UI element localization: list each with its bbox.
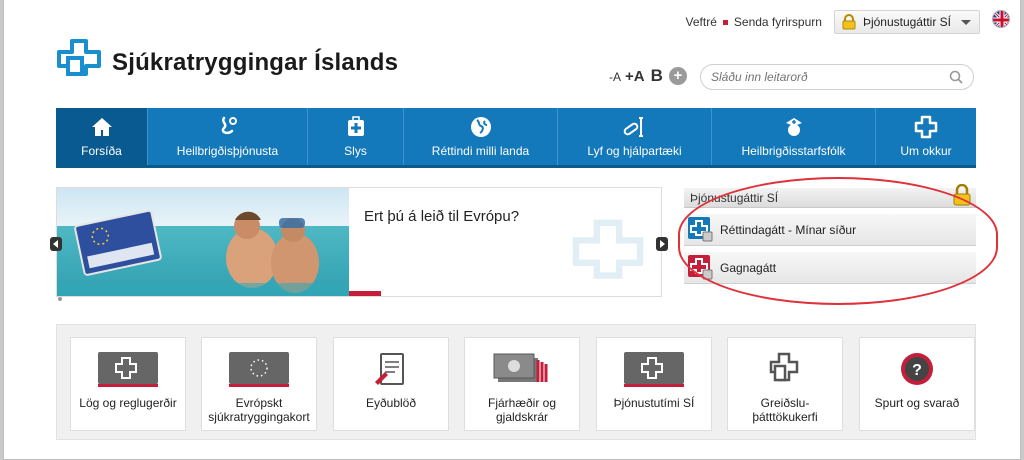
decrease-text-button[interactable]: -A (609, 70, 621, 84)
nav-item-about-us[interactable]: Um okkur (876, 108, 976, 165)
search-input[interactable] (711, 70, 949, 84)
slider-prev-button[interactable] (50, 237, 62, 251)
svg-text:?: ? (912, 362, 922, 379)
portal-dropdown[interactable]: Þjónustugáttir SÍ (833, 10, 980, 34)
nurse-icon (785, 118, 802, 136)
page: Veftré Senda fyrirspurn Þjónustugáttir S… (3, 0, 1021, 460)
search-icon[interactable] (949, 70, 963, 84)
nav-label: Forsíða (81, 144, 122, 158)
plus-icon[interactable]: + (668, 67, 687, 85)
quicklink-faq[interactable]: ? Spurt og svarað (859, 337, 975, 431)
main-navigation: Forsíða Heilbrigðisþjónusta Slys Réttind… (56, 108, 976, 168)
slider-next-button[interactable] (656, 237, 668, 251)
quicklink-label: Greiðslu-þátttökukerfi (752, 396, 818, 424)
nav-label: Slys (344, 144, 367, 158)
quicklink-label: Spurt og svarað (874, 396, 960, 410)
site-logo[interactable]: Sjúkratryggingar Íslands (56, 38, 398, 88)
sitemap-link[interactable]: Veftré (686, 15, 717, 29)
money-icon (493, 353, 548, 382)
globe-icon (470, 117, 491, 137)
nav-label: Lyf og hjálpartæki (587, 144, 682, 158)
logo-text: Sjúkratryggingar Íslands (112, 49, 399, 76)
portal-dropdown-label: Þjónustugáttir SÍ (862, 15, 951, 29)
law-icon (98, 352, 158, 387)
text-size-controls: -A +A B + (609, 66, 687, 86)
nav-item-health-professionals[interactable]: Heilbrigðisstarfsfólk (712, 108, 876, 165)
utility-bar: Veftré Senda fyrirspurn Þjónustugáttir S… (686, 10, 980, 34)
hero-slider[interactable]: Ert þú á leið til Evrópu? (56, 187, 662, 297)
si-logo-icon (914, 115, 938, 139)
clock-icon (624, 352, 684, 387)
search-box (700, 64, 974, 90)
quick-links-panel: Lög og reglugerðir Evrópskt sjúkratryggi… (56, 324, 976, 440)
service-portals-panel: Þjónustugáttir SÍ Réttindagátt - Mínar s… (684, 184, 976, 296)
quicklink-label: Lög og reglugerðir (79, 396, 177, 410)
form-icon (375, 353, 404, 385)
data-portal-label: Gagnagátt (720, 260, 777, 275)
rights-portal-label: Réttindagátt - Mínar síður (720, 222, 857, 237)
stethoscope-icon (221, 116, 237, 135)
beach-photo (57, 188, 349, 296)
lock-icon (953, 184, 971, 206)
quicklink-label: Fjárhæðir og gjaldskrár (487, 396, 557, 424)
separator-dot (722, 19, 728, 25)
data-portal-link[interactable]: Gagnagátt (684, 252, 976, 284)
portal-heading: Þjónustugáttir SÍ (684, 184, 976, 208)
quicklink-label: Þjónustutími SÍ (613, 396, 695, 410)
question-icon: ? (901, 353, 933, 385)
nav-item-rights-between-countries[interactable]: Réttindi milli landa (404, 108, 558, 165)
quicklink-eu-card[interactable]: Evrópskt sjúkratryggingakort (201, 337, 317, 431)
nav-label: Um okkur (900, 144, 952, 158)
bold-text-button[interactable]: B (651, 66, 663, 86)
slide-title[interactable]: Ert þú á leið til Evrópu? (364, 208, 519, 225)
slide-progress-bar (349, 291, 381, 296)
nav-label: Heilbrigðisstarfsfólk (741, 144, 846, 158)
increase-text-button[interactable]: +A (625, 68, 645, 85)
rights-portal-icon (688, 216, 713, 241)
data-portal-icon (688, 254, 713, 279)
send-inquiry-link[interactable]: Senda fyrirspurn (734, 15, 822, 29)
nav-item-accidents[interactable]: Slys (308, 108, 404, 165)
home-icon (91, 118, 112, 136)
quicklink-fees[interactable]: Fjárhæðir og gjaldskrár (464, 337, 580, 431)
nav-item-medicines-aids[interactable]: Lyf og hjálpartæki (558, 108, 712, 165)
chevron-down-icon (961, 19, 971, 25)
nav-item-health-services[interactable]: Heilbrigðisþjónusta (148, 108, 308, 165)
quicklink-forms[interactable]: Eyðublöð (333, 337, 449, 431)
si-logo-icon (57, 39, 101, 76)
si-watermark-icon (572, 219, 644, 279)
eu-card-icon (229, 352, 289, 387)
quicklink-label: Eyðublöð (365, 396, 417, 410)
quicklink-label: Evrópskt sjúkratryggingakort (208, 396, 310, 424)
rights-portal-link[interactable]: Réttindagátt - Mínar síður (684, 214, 976, 246)
nav-label: Réttindi milli landa (431, 144, 530, 158)
portal-heading-text: Þjónustugáttir SÍ (690, 191, 779, 205)
pills-icon (623, 117, 643, 137)
first-aid-kit-icon (347, 116, 364, 136)
lock-icon (842, 14, 856, 30)
quicklink-laws[interactable]: Lög og reglugerðir (70, 337, 186, 431)
english-flag-icon[interactable] (992, 10, 1010, 28)
slider-dot[interactable] (58, 297, 62, 301)
quicklink-opening-hours[interactable]: Þjónustutími SÍ (596, 337, 712, 431)
nav-label: Heilbrigðisþjónusta (176, 144, 279, 158)
payment-system-icon (769, 352, 799, 382)
nav-item-home[interactable]: Forsíða (56, 108, 148, 165)
quicklink-payment-system[interactable]: Greiðslu-þátttökukerfi (727, 337, 843, 431)
